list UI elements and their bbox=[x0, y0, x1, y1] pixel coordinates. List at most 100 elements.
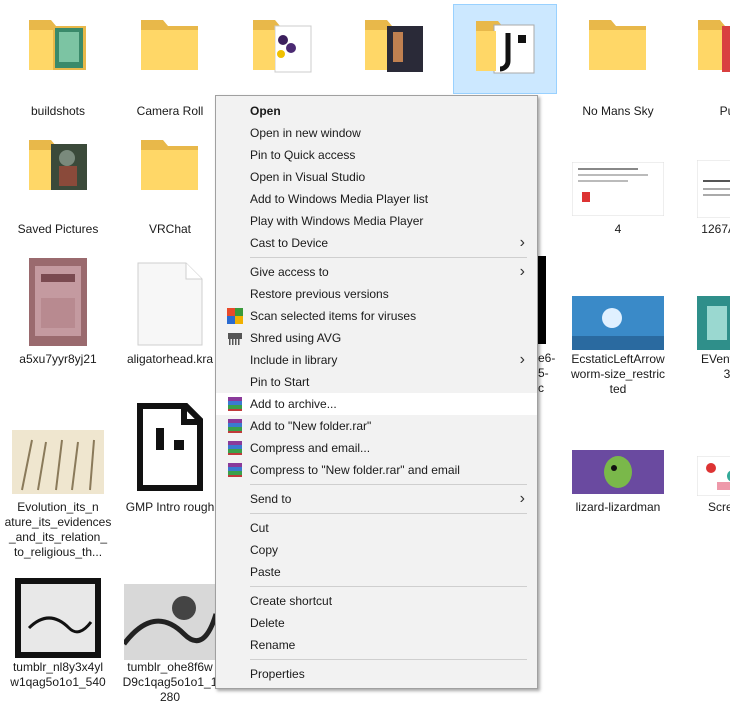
file-label: EcstaticLeftArrow worm-size_restric ted bbox=[570, 352, 665, 396]
menu-item-scan-viruses[interactable]: Scan selected items for viruses bbox=[216, 305, 537, 327]
menu-item-add-rar[interactable]: Add to "New folder.rar" bbox=[216, 415, 537, 437]
menu-item-restore-versions[interactable]: Restore previous versions bbox=[216, 283, 537, 305]
image-thumbnail bbox=[572, 450, 664, 494]
folder-icon bbox=[365, 20, 423, 72]
menu-item-shred-avg[interactable]: Shred using AVG bbox=[216, 327, 537, 349]
chevron-right-icon: › bbox=[519, 490, 525, 507]
folder-icon bbox=[29, 20, 86, 70]
file-aligatorhead[interactable]: aligatorhead.kra bbox=[115, 256, 225, 376]
file-label: 4 bbox=[614, 222, 622, 236]
document-icon bbox=[137, 262, 203, 346]
menu-item-open-visual-studio[interactable]: Open in Visual Studio bbox=[216, 166, 537, 188]
file-evolution[interactable]: Evolution_its_n ature_its_evidences _and… bbox=[3, 430, 113, 560]
menu-item-cut[interactable]: Cut bbox=[216, 517, 537, 539]
file-a5xu7yyr8yj21[interactable]: a5xu7yyr8yj21 bbox=[3, 256, 113, 376]
menu-item-copy[interactable]: Copy bbox=[216, 539, 537, 561]
image-thumbnail bbox=[15, 578, 101, 658]
file-1267a32i[interactable]: 1267A32I bbox=[672, 160, 730, 240]
menu-item-give-access[interactable]: Give access to › bbox=[216, 261, 537, 283]
file-screen[interactable]: Screen bbox=[672, 446, 730, 526]
folder-pu[interactable]: Pu bbox=[672, 4, 730, 124]
folder-icon bbox=[476, 21, 535, 74]
menu-item-add-wmp-list[interactable]: Add to Windows Media Player list bbox=[216, 188, 537, 210]
folder-no-mans-sky[interactable]: No Mans Sky bbox=[563, 4, 673, 124]
menu-item-rename[interactable]: Rename bbox=[216, 634, 537, 656]
file-label: e6- bbox=[538, 351, 556, 365]
file-label: Camera Roll bbox=[136, 104, 204, 118]
chevron-right-icon: › bbox=[519, 351, 525, 368]
folder-icon bbox=[589, 20, 646, 70]
folder-icon bbox=[698, 20, 730, 72]
menu-separator bbox=[250, 586, 527, 587]
file-label: c bbox=[538, 381, 544, 395]
menu-item-open-new-window[interactable]: Open in new window bbox=[216, 122, 537, 144]
file-label: Saved Pictures bbox=[17, 222, 99, 236]
menu-item-compress-rar-email[interactable]: Compress to "New folder.rar" and email bbox=[216, 459, 537, 481]
file-label: aligatorhead.kra bbox=[126, 352, 214, 366]
menu-item-paste[interactable]: Paste bbox=[216, 561, 537, 583]
file-label: tumblr_nl8y3x4yl w1qag5o1o1_540 bbox=[10, 660, 106, 689]
image-thumbnail bbox=[538, 256, 546, 344]
image-thumbnail bbox=[12, 430, 104, 494]
winrar-icon bbox=[228, 441, 242, 455]
missing-file-icon bbox=[137, 403, 203, 491]
image-thumbnail bbox=[697, 296, 730, 350]
image-thumbnail bbox=[29, 258, 87, 346]
file-ecstatic[interactable]: EcstaticLeftArrow worm-size_restric ted bbox=[563, 290, 673, 400]
menu-separator bbox=[250, 513, 527, 514]
file-label: No Mans Sky bbox=[582, 104, 654, 118]
folder-buildshots[interactable]: buildshots bbox=[3, 4, 113, 124]
chevron-right-icon: › bbox=[519, 234, 525, 251]
menu-item-compress-email[interactable]: Compress and email... bbox=[216, 437, 537, 459]
file-label: buildshots bbox=[30, 104, 86, 118]
folder-vrchat[interactable]: VRChat bbox=[115, 126, 225, 236]
menu-item-pin-quick-access[interactable]: Pin to Quick access bbox=[216, 144, 537, 166]
file-label: 1267A32I bbox=[701, 222, 730, 236]
menu-item-delete[interactable]: Delete bbox=[216, 612, 537, 634]
menu-item-include-library[interactable]: Include in library › bbox=[216, 349, 537, 371]
file-label: a5xu7yyr8yj21 bbox=[19, 352, 97, 366]
menu-item-play-wmp[interactable]: Play with Windows Media Player bbox=[216, 210, 537, 232]
file-event[interactable]: EVent_12 3 bbox=[672, 290, 730, 400]
file-label: GMP Intro rough bbox=[125, 500, 215, 514]
folder-selected[interactable] bbox=[453, 4, 557, 94]
folder-icon bbox=[29, 140, 87, 190]
file-label: Evolution_its_n ature_its_evidences _and… bbox=[4, 500, 112, 559]
file-label: tumblr_ohe8f6w D9c1qag5o1o1_1 280 bbox=[122, 660, 218, 704]
image-thumbnail bbox=[697, 456, 730, 496]
image-thumbnail bbox=[697, 160, 730, 218]
menu-item-open[interactable]: Open bbox=[216, 100, 537, 122]
image-thumbnail bbox=[572, 162, 664, 216]
file-label: 5- bbox=[538, 366, 549, 380]
file-tumblr-nl8[interactable]: tumblr_nl8y3x4yl w1qag5o1o1_540 bbox=[3, 578, 113, 698]
avg-scan-icon bbox=[227, 308, 243, 324]
file-label: EVent_12 3 bbox=[700, 352, 730, 381]
folder-icon bbox=[253, 20, 312, 73]
menu-item-send-to[interactable]: Send to › bbox=[216, 488, 537, 510]
file-e6-partial[interactable]: e6- 5- c bbox=[538, 256, 555, 396]
menu-item-pin-start[interactable]: Pin to Start bbox=[216, 371, 537, 393]
file-label: Screen bbox=[707, 500, 730, 514]
file-label: lizard-lizardman bbox=[575, 500, 661, 514]
menu-item-cast-to-device[interactable]: Cast to Device › bbox=[216, 232, 537, 254]
file-label: Pu bbox=[719, 104, 730, 118]
menu-item-properties[interactable]: Properties bbox=[216, 663, 537, 685]
folder-saved-pictures[interactable]: Saved Pictures bbox=[3, 126, 113, 236]
file-gmp-intro[interactable]: GMP Intro rough bbox=[115, 400, 225, 520]
chevron-right-icon: › bbox=[519, 263, 525, 280]
winrar-icon bbox=[228, 463, 242, 477]
shredder-icon bbox=[228, 333, 242, 345]
file-4[interactable]: 4 bbox=[563, 160, 673, 240]
folder-icon bbox=[141, 140, 198, 190]
folder-camera-roll[interactable]: Camera Roll bbox=[115, 4, 225, 124]
menu-item-create-shortcut[interactable]: Create shortcut bbox=[216, 590, 537, 612]
file-tumblr-ohe[interactable]: tumblr_ohe8f6w D9c1qag5o1o1_1 280 bbox=[115, 578, 225, 704]
file-lizard[interactable]: lizard-lizardman bbox=[563, 446, 673, 526]
menu-separator bbox=[250, 257, 527, 258]
menu-separator bbox=[250, 484, 527, 485]
folder-icon bbox=[141, 20, 198, 70]
menu-item-add-archive[interactable]: Add to archive... bbox=[216, 393, 537, 415]
winrar-icon bbox=[228, 397, 242, 411]
context-menu: Open Open in new window Pin to Quick acc… bbox=[215, 95, 538, 689]
image-thumbnail bbox=[124, 584, 216, 660]
